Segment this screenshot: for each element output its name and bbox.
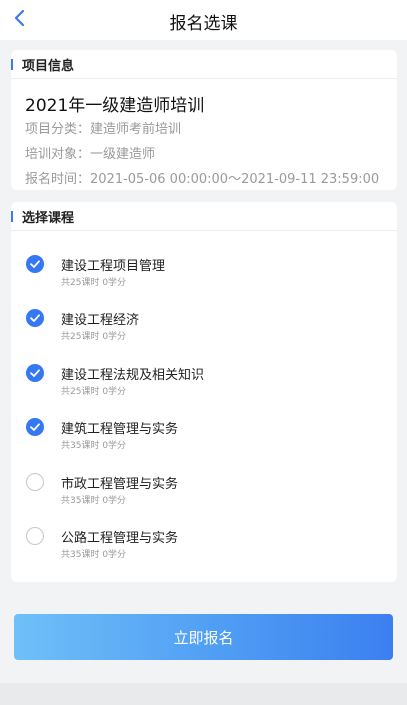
course-hours-credits: 共35课时 0学分: [61, 550, 127, 560]
registration-period: 报名时间：2021-05-06 00:00:00～2021-09-11 23:5…: [25, 172, 380, 187]
register-button[interactable]: 立即报名: [14, 614, 393, 660]
course-hours-credits: 共35课时 0学分: [61, 441, 127, 452]
empty-circle-icon[interactable]: [26, 472, 44, 491]
course-item[interactable]: 建设工程经济共25课时 0学分: [11, 306, 397, 350]
check-circle-icon[interactable]: [26, 309, 44, 328]
course-select-header: 选择课程: [11, 202, 397, 231]
bottom-safe-area: [0, 683, 407, 705]
course-select-card: 选择课程 建设工程项目管理 共25课时 0学分 建设工程经济 共25课时 0学分 建设工…: [11, 202, 397, 582]
course-name: 市政工程管理与实务: [61, 476, 179, 492]
course-item[interactable]: 市政工程管理与实务共35课时 0学分: [11, 470, 397, 514]
section-accent-bar: [11, 58, 13, 70]
check-circle-icon[interactable]: [26, 363, 44, 382]
course-item[interactable]: 建设工程项目管理共25课时 0学分: [11, 252, 397, 296]
check-circle-icon[interactable]: [26, 418, 44, 437]
section-title: 项目信息: [22, 58, 75, 74]
course-hours-credits: 共25课时 0学分: [61, 332, 127, 343]
course-name: 建设工程项目管理: [61, 259, 166, 274]
course-name: 建筑工程管理与实务: [61, 422, 179, 438]
section-title: 选择课程: [22, 210, 75, 226]
empty-circle-icon[interactable]: [26, 527, 44, 545]
course-name: 建设工程经济: [61, 313, 140, 329]
course-hours-credits: 共25课时 0学分: [61, 278, 127, 288]
project-title: 2021年一级建造师培训: [25, 96, 205, 116]
course-item[interactable]: 建设工程法规及相关知识共25课时 0学分: [11, 361, 397, 405]
course-name: 公路工程管理与实务: [61, 531, 179, 546]
nav-bar: 报名选课: [0, 0, 407, 40]
page-title: 报名选课: [169, 14, 238, 34]
course-item[interactable]: 公路工程管理与实务共35课时 0学分: [11, 524, 397, 568]
course-name: 建设工程法规及相关知识: [61, 367, 205, 383]
check-circle-icon[interactable]: [26, 255, 44, 273]
section-accent-bar: [11, 210, 13, 222]
course-item[interactable]: 建筑工程管理与实务共35课时 0学分: [11, 415, 397, 459]
training-target: 培训对象：一级建造师: [25, 147, 156, 162]
course-hours-credits: 共25课时 0学分: [61, 386, 127, 397]
course-hours-credits: 共35课时 0学分: [61, 495, 127, 506]
project-info-header: 项目信息: [11, 50, 397, 79]
project-category: 项目分类：建造师考前培训: [25, 122, 182, 137]
project-info-card: 项目信息 2021年一级建造师培训 项目分类：建造师考前培训 培训对象：一级建造…: [11, 50, 397, 190]
